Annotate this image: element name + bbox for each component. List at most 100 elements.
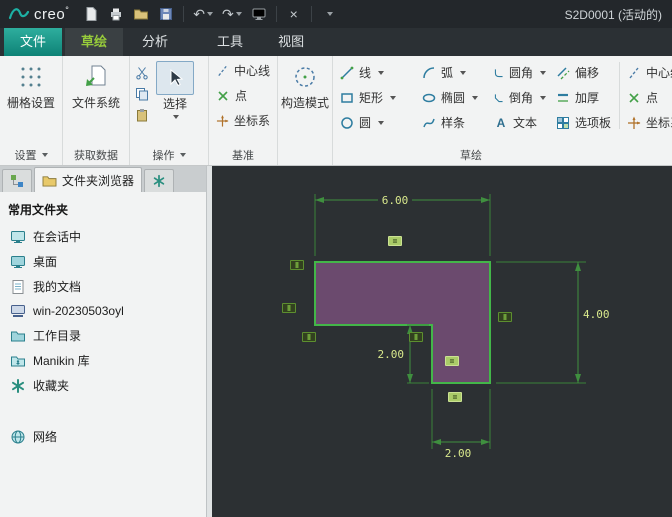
cut-icon	[135, 66, 149, 80]
tab-file[interactable]: 文件	[4, 28, 62, 56]
save-button[interactable]	[158, 5, 174, 23]
cursor-icon	[165, 68, 185, 88]
tab-model-tree[interactable]	[2, 169, 32, 192]
file-system-button[interactable]: 文件系统	[65, 58, 127, 111]
paste-icon	[135, 108, 149, 122]
dimension-top[interactable]: 6.00	[382, 194, 409, 207]
folder-item-computer[interactable]: win-20230503oyl	[0, 299, 206, 323]
rectangle-dropdown-icon[interactable]	[390, 96, 396, 100]
dimension-bottom[interactable]: 2.00	[445, 447, 472, 460]
palette-button[interactable]: 选项板	[551, 110, 617, 135]
select-dropdown-icon[interactable]	[173, 115, 179, 119]
quick-access-toolbar: ↶ ↷ ×	[83, 5, 336, 23]
folder-item-favorites[interactable]: 收藏夹	[0, 373, 206, 398]
point-icon	[627, 91, 641, 105]
open-button[interactable]	[133, 5, 149, 23]
arc-button[interactable]: 弧	[417, 60, 489, 85]
model-tree-icon	[10, 174, 24, 188]
copy-button[interactable]	[132, 85, 152, 102]
redo-button[interactable]: ↷	[222, 5, 242, 23]
tab-favorites[interactable]	[144, 169, 174, 192]
ellipse-dropdown-icon[interactable]	[472, 96, 478, 100]
ribbon-tab-bar: 文件 草绘 分析 工具 视图	[0, 28, 672, 56]
constraint-marker-equal[interactable]: =	[388, 236, 402, 246]
common-folders-header: 常用文件夹	[0, 192, 206, 224]
in-session-icon	[10, 229, 26, 245]
print-button[interactable]	[108, 5, 124, 23]
select-button[interactable]: 选择	[156, 61, 194, 123]
text-button[interactable]: A 文本	[489, 110, 551, 135]
chamfer-button[interactable]: 倒角	[489, 85, 551, 110]
tab-folder-browser[interactable]: 文件夹浏览器	[34, 167, 142, 192]
centerline-button[interactable]: 中心线	[211, 58, 275, 83]
point-button[interactable]: 点	[211, 83, 275, 108]
construction-csys-button[interactable]: 坐标系	[622, 110, 672, 135]
line-dropdown-icon[interactable]	[378, 71, 384, 75]
construction-centerline-button[interactable]: 中心线	[622, 60, 672, 85]
logo-text: creo°	[34, 5, 69, 23]
tab-tools[interactable]: 工具	[201, 28, 259, 56]
constraint-marker-vertical[interactable]: ‖	[282, 303, 296, 313]
ribbon-group-settings: 栅格设置 设置	[0, 56, 63, 165]
line-button[interactable]: 线	[335, 60, 417, 85]
folder-item-desktop[interactable]: 桌面	[0, 249, 206, 274]
palette-icon	[556, 116, 570, 130]
undo-button[interactable]: ↶	[193, 5, 213, 23]
offset-button[interactable]: 偏移	[551, 60, 617, 85]
dimension-middle[interactable]: 2.00	[378, 348, 405, 361]
constraint-marker-vertical[interactable]: ‖	[498, 312, 512, 322]
cut-button[interactable]	[132, 64, 152, 81]
arc-dropdown-icon[interactable]	[460, 71, 466, 75]
display-options-button[interactable]	[251, 5, 267, 23]
dimension-top-group: 6.00	[315, 194, 490, 256]
grid-settings-button[interactable]: 栅格设置	[2, 58, 60, 111]
sketch-column-2: 弧 椭圆 样条	[417, 60, 489, 135]
close-window-button[interactable]: ×	[286, 5, 302, 23]
circle-dropdown-icon[interactable]	[378, 121, 384, 125]
coordinate-system-button[interactable]: 坐标系	[211, 108, 275, 133]
fillet-dropdown-icon[interactable]	[540, 71, 546, 75]
ellipse-button[interactable]: 椭圆	[417, 85, 489, 110]
ribbon-group-get-data: 文件系统 获取数据	[63, 56, 130, 165]
constraint-marker-equal[interactable]: =	[448, 392, 462, 402]
chamfer-dropdown-icon[interactable]	[540, 96, 546, 100]
thicken-button[interactable]: 加厚	[551, 85, 617, 110]
folder-item-manikin-library[interactable]: Manikin 库	[0, 348, 206, 373]
folder-item-working-directory[interactable]: 工作目录	[0, 323, 206, 348]
sketch-polygon[interactable]	[315, 262, 490, 383]
folder-item-documents[interactable]: 我的文档	[0, 274, 206, 299]
tab-view[interactable]: 视图	[262, 28, 320, 56]
settings-group-label[interactable]: 设置	[0, 147, 62, 163]
construction-mode-button[interactable]: 构造模式	[280, 58, 330, 111]
sketch-column-4: 偏移 加厚 选项板	[551, 60, 617, 135]
construction-point-button[interactable]: 点	[622, 85, 672, 110]
folder-item-in-session[interactable]: 在会话中	[0, 224, 206, 249]
ribbon-group-sketch: 线 矩形 圆	[333, 56, 672, 165]
favorites-star-icon	[152, 174, 166, 188]
folder-item-network[interactable]: 网络	[0, 424, 206, 449]
toolbar-options-button[interactable]	[321, 5, 337, 23]
dimension-right[interactable]: 4.00	[583, 308, 610, 321]
sketch-column-3: 圆角 倒角 A 文本	[489, 60, 551, 135]
constraint-marker-vertical[interactable]: ‖	[290, 260, 304, 270]
rectangle-button[interactable]: 矩形	[335, 85, 417, 110]
ribbon-group-construction: 构造模式	[278, 56, 333, 165]
constraint-marker-vertical[interactable]: ‖	[302, 332, 316, 342]
group-inner-separator	[619, 62, 620, 129]
constraint-marker-equal[interactable]: =	[445, 356, 459, 366]
chevron-down-icon	[327, 12, 333, 16]
circle-button[interactable]: 圆	[335, 110, 417, 135]
operations-group-label[interactable]: 操作	[130, 147, 208, 163]
constraint-marker-vertical[interactable]: ‖	[409, 332, 423, 342]
copy-icon	[135, 87, 149, 101]
new-file-button[interactable]	[83, 5, 99, 23]
tab-analysis[interactable]: 分析	[126, 28, 184, 56]
sketch-canvas[interactable]: 6.00 4.00 2.00 2.00	[212, 166, 672, 517]
fillet-button[interactable]: 圆角	[489, 60, 551, 85]
paste-button[interactable]	[132, 106, 152, 123]
ribbon-group-operations: 选择 操作	[130, 56, 209, 165]
sketch-group-label: 草绘	[333, 147, 609, 163]
spline-button[interactable]: 样条	[417, 110, 489, 135]
computer-icon	[10, 303, 26, 319]
tab-sketch[interactable]: 草绘	[65, 28, 123, 56]
